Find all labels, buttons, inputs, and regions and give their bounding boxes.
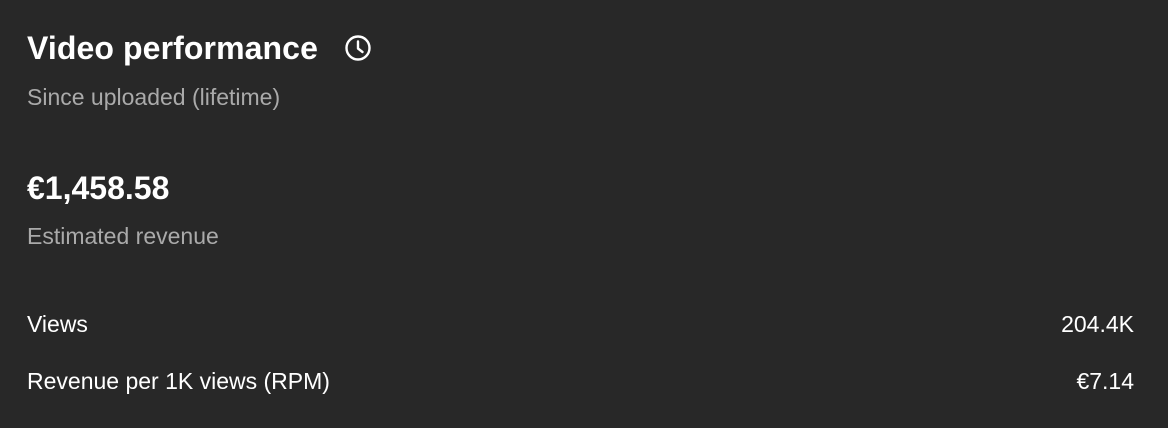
- metric-row-views: Views 204.4K: [27, 309, 1134, 339]
- estimated-revenue-label: Estimated revenue: [27, 223, 219, 249]
- metric-row-rpm: Revenue per 1K views (RPM) €7.14: [27, 366, 1134, 396]
- card-subtitle: Since uploaded (lifetime): [27, 84, 281, 110]
- metric-value-views: 204.4K: [1061, 310, 1134, 337]
- title-row: Video performance: [27, 28, 372, 68]
- estimated-revenue-value: €1,458.58: [27, 170, 170, 206]
- clock-icon[interactable]: [344, 34, 372, 62]
- metric-label-views: Views: [27, 310, 88, 337]
- metric-label-rpm: Revenue per 1K views (RPM): [27, 367, 330, 394]
- video-performance-card: Video performance Since uploaded (lifeti…: [0, 0, 1168, 428]
- card-title: Video performance: [27, 30, 318, 66]
- metric-value-rpm: €7.14: [1076, 367, 1134, 394]
